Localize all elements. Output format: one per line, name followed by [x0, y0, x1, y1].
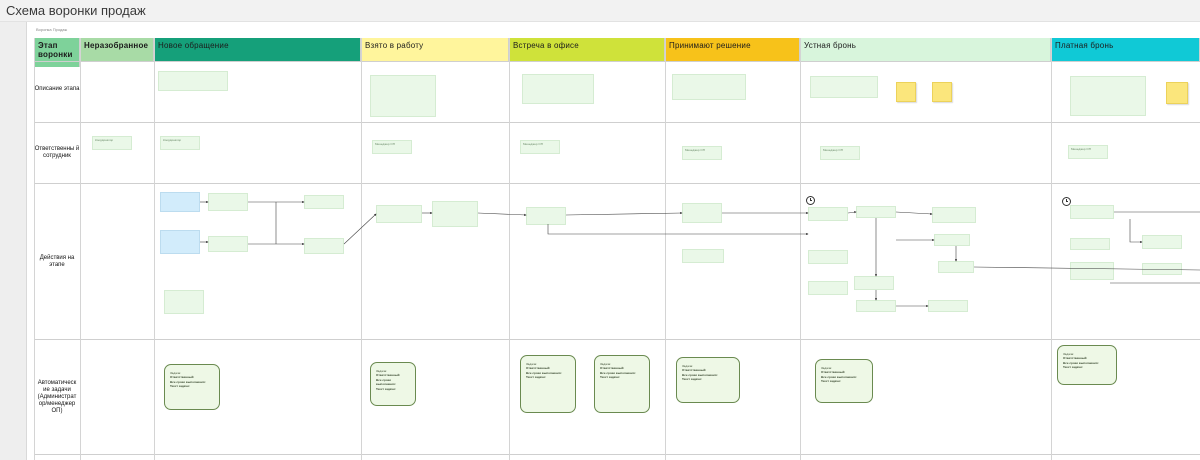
card-label: Ответственный:: [170, 375, 195, 380]
card-label: Все сроки выполнения:: [1063, 360, 1099, 365]
card-label: Все сроки выполнения:: [682, 372, 718, 377]
card-label: Текст задачи:: [682, 377, 702, 382]
card-label: Все сроки выполнения:: [600, 370, 636, 375]
card-label: Ответственный:: [376, 373, 401, 378]
auto-task-card[interactable]: Задача: Ответственный: Все сроки выполне…: [520, 355, 576, 413]
auto-task-card[interactable]: Задача: Ответственный: Все сроки выполне…: [815, 359, 873, 403]
auto-task-card[interactable]: Задача: Ответственный: Все сроки выполне…: [1057, 345, 1117, 385]
card-label: Все сроки выполнения:: [526, 370, 562, 375]
card-label: Текст задачи:: [1063, 365, 1083, 370]
card-label: Текст задачи:: [376, 386, 396, 391]
card-label: Ответственный:: [600, 366, 625, 371]
card-label: Ответственный:: [1063, 356, 1088, 361]
card-label: Все сроки выполнения:: [170, 379, 206, 384]
auto-task-card[interactable]: Задача: Ответственный: Все сроки выполне…: [676, 357, 740, 403]
card-label: Текст задачи:: [821, 379, 841, 384]
card-label: Ответственный:: [682, 368, 707, 373]
card-label: Все сроки выполнения:: [821, 374, 857, 379]
auto-task-card[interactable]: Задача: Ответственный: Все сроки выполне…: [164, 364, 220, 410]
card-label: Текст задачи:: [600, 375, 620, 380]
card-label: Все сроки выполнения:: [376, 377, 396, 387]
card-label: Ответственный:: [821, 370, 846, 375]
card-label: Текст задачи:: [170, 384, 190, 389]
auto-task-card[interactable]: Задача: Ответственный: Все сроки выполне…: [594, 355, 650, 413]
card-label: Текст задачи:: [526, 375, 546, 380]
card-label: Ответственный:: [526, 366, 551, 371]
auto-task-card[interactable]: Задача: Ответственный: Все сроки выполне…: [370, 362, 416, 406]
